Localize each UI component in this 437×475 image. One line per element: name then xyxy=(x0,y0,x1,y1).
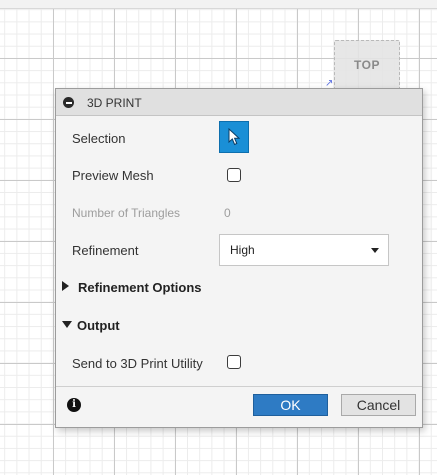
collapse-icon[interactable] xyxy=(63,97,74,108)
refinement-dropdown[interactable]: High xyxy=(219,234,389,266)
output-header[interactable]: Output xyxy=(62,318,120,333)
refinement-selected-value: High xyxy=(230,243,255,257)
info-icon[interactable]: i xyxy=(67,398,81,412)
num-triangles-label: Number of Triangles xyxy=(72,206,181,220)
preview-mesh-label: Preview Mesh xyxy=(72,168,154,183)
selection-label: Selection xyxy=(72,131,126,146)
dialog-footer: i OK Cancel xyxy=(56,386,422,427)
dialog-title: 3D PRINT xyxy=(87,96,142,110)
ok-button[interactable]: OK xyxy=(253,394,328,416)
window-top-strip xyxy=(0,0,437,9)
send-to-utility-checkbox[interactable] xyxy=(227,355,241,369)
selection-button[interactable] xyxy=(219,121,249,153)
expand-right-icon xyxy=(62,281,69,291)
num-triangles-value: 0 xyxy=(224,206,231,220)
print-3d-dialog: 3D PRINT Selection Preview Mesh Number o… xyxy=(55,88,423,428)
cancel-button[interactable]: Cancel xyxy=(341,394,416,416)
chevron-down-icon xyxy=(371,248,379,253)
refinement-options-header[interactable]: Refinement Options xyxy=(62,280,202,295)
refinement-options-label: Refinement Options xyxy=(78,280,202,295)
cursor-arrow-icon xyxy=(228,128,241,146)
viewcube[interactable]: TOP xyxy=(334,40,400,94)
collapse-down-icon xyxy=(62,321,72,328)
send-to-utility-label: Send to 3D Print Utility xyxy=(72,356,203,371)
refinement-label: Refinement xyxy=(72,243,139,258)
output-label: Output xyxy=(77,318,120,333)
dialog-titlebar[interactable]: 3D PRINT xyxy=(56,89,422,116)
preview-mesh-checkbox[interactable] xyxy=(227,168,241,182)
viewcube-top-label: TOP xyxy=(354,58,380,72)
